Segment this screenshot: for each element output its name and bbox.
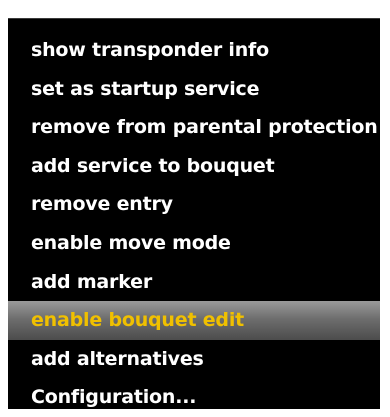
menu-item-enable-bouquet-edit[interactable]: enable bouquet edit — [8, 301, 380, 340]
context-menu: show transponder info set as startup ser… — [8, 18, 380, 409]
menu-item-remove-from-parental-protection[interactable]: remove from parental protection — [8, 108, 380, 147]
menu-item-remove-entry[interactable]: remove entry — [8, 185, 380, 224]
menu-item-add-service-to-bouquet[interactable]: add service to bouquet — [8, 147, 380, 186]
menu-item-show-transponder-info[interactable]: show transponder info — [8, 31, 380, 70]
menu-item-set-as-startup-service[interactable]: set as startup service — [8, 70, 380, 109]
menu-item-enable-move-mode[interactable]: enable move mode — [8, 224, 380, 263]
menu-frame: show transponder info set as startup ser… — [0, 0, 390, 412]
menu-item-add-alternatives[interactable]: add alternatives — [8, 340, 380, 379]
menu-item-configuration[interactable]: Configuration... — [8, 378, 380, 417]
menu-list: show transponder info set as startup ser… — [8, 31, 380, 417]
menu-item-add-marker[interactable]: add marker — [8, 263, 380, 302]
